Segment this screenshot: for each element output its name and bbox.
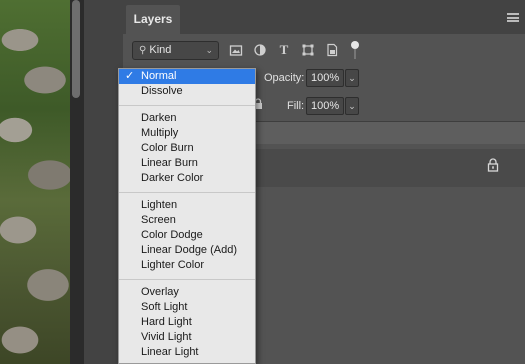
blend-mode-item[interactable]: Linear Dodge (Add) xyxy=(119,243,255,258)
menu-separator xyxy=(119,279,255,280)
blend-mode-label: Linear Light xyxy=(141,346,199,358)
blend-mode-label: Lighter Color xyxy=(141,259,204,271)
blend-mode-item[interactable]: Vivid Light xyxy=(119,330,255,345)
blend-mode-item[interactable]: Linear Light xyxy=(119,345,255,360)
blend-mode-menu: ✓ Normal Dissolve Darken Multiply Color Burn L… xyxy=(118,68,256,364)
blend-mode-item[interactable]: Darken xyxy=(119,111,255,126)
menu-separator xyxy=(119,192,255,193)
blend-mode-label: Soft Light xyxy=(141,301,188,313)
blend-mode-item[interactable]: Hard Light xyxy=(119,315,255,330)
blend-mode-label: Darker Color xyxy=(141,172,204,184)
shape-icon[interactable] xyxy=(301,43,315,57)
opacity-field[interactable]: 100% xyxy=(306,69,344,87)
fill-field[interactable]: 100% xyxy=(306,97,344,115)
blend-mode-item[interactable]: Screen xyxy=(119,213,255,228)
blend-mode-item[interactable]: Color Dodge xyxy=(119,228,255,243)
fill-label: Fill: xyxy=(287,100,305,112)
blend-mode-item[interactable]: Soft Light xyxy=(119,300,255,315)
blend-mode-item[interactable]: Linear Burn xyxy=(119,156,255,171)
image-icon[interactable] xyxy=(229,43,243,57)
scrollbar-thumb[interactable] xyxy=(72,0,80,98)
filter-toggle[interactable] xyxy=(351,41,359,59)
chevron-down-icon: ⌄ xyxy=(205,45,213,55)
tab-layers[interactable]: Layers xyxy=(126,5,180,34)
blend-mode-label: Linear Burn xyxy=(141,157,198,169)
blend-mode-item[interactable]: Lighter Color xyxy=(119,258,255,273)
blend-mode-item[interactable]: ✓ Normal xyxy=(119,69,255,84)
blend-mode-item[interactable]: Overlay xyxy=(119,285,255,300)
photo-canvas[interactable] xyxy=(0,0,70,364)
blend-mode-label: Color Burn xyxy=(141,142,194,154)
fill-chevron[interactable]: ⌄ xyxy=(345,97,359,115)
panel-tab-bar: Layers xyxy=(123,0,525,34)
blend-mode-item[interactable]: Lighten xyxy=(119,198,255,213)
blend-mode-label: Lighten xyxy=(141,199,178,211)
toggle-track xyxy=(354,49,356,59)
blend-mode-label: Darken xyxy=(141,112,177,124)
blend-mode-item[interactable]: Color Burn xyxy=(119,141,255,156)
type-icon[interactable]: T xyxy=(277,43,291,57)
blend-mode-label: Color Dodge xyxy=(141,229,203,241)
blend-mode-label: Multiply xyxy=(141,127,179,139)
menu-separator xyxy=(119,105,255,106)
smart-object-icon[interactable] xyxy=(325,43,339,57)
search-icon: ⚲ xyxy=(139,45,147,56)
blend-mode-item[interactable]: Multiply xyxy=(119,126,255,141)
blend-mode-label: Hard Light xyxy=(141,316,192,328)
blend-mode-item[interactable]: Dissolve xyxy=(119,84,255,99)
blend-mode-label: Normal xyxy=(141,70,177,82)
kind-filter-select[interactable]: ⚲ Kind ⌄ xyxy=(132,41,219,60)
opacity-chevron[interactable]: ⌄ xyxy=(345,69,359,87)
blend-mode-label: Vivid Light xyxy=(141,331,192,343)
kind-filter-label: Kind xyxy=(149,44,172,56)
opacity-label: Opacity: xyxy=(264,72,305,84)
toggle-knob xyxy=(351,41,359,49)
blend-mode-label: Linear Dodge (Add) xyxy=(141,244,238,256)
blend-mode-item[interactable]: Darker Color xyxy=(119,171,255,186)
panel-menu-icon[interactable] xyxy=(507,13,519,22)
checkmark-icon: ✓ xyxy=(125,70,135,82)
blend-mode-label: Overlay xyxy=(141,286,179,298)
blend-mode-label: Dissolve xyxy=(141,85,183,97)
adjustment-icon[interactable] xyxy=(253,43,267,57)
lock-icon xyxy=(487,158,499,172)
blend-mode-label: Screen xyxy=(141,214,176,226)
